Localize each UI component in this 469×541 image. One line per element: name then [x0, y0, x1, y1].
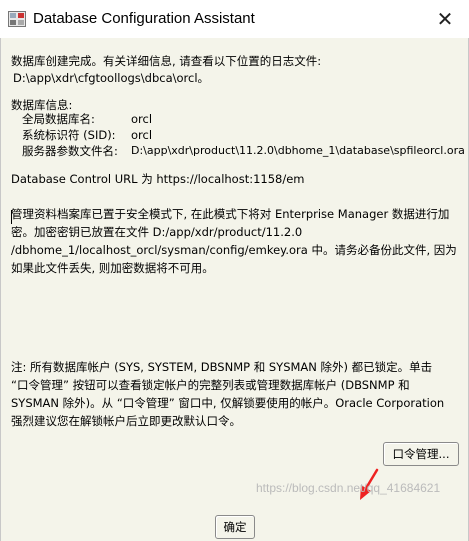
note-text-1: 注: 所有数据库帐户 (SYS, SYSTEM, DBSNMP 和 SYSMAN…: [11, 360, 433, 374]
mgmt-repo-text-4: 如果此文件丢失, 则加密数据将不可用。: [11, 261, 214, 275]
database-app-icon: [8, 11, 26, 27]
password-management-button[interactable]: 口令管理...: [383, 442, 459, 466]
dialog-content: 数据库创建完成。有关详细信息, 请查看以下位置的日志文件: D:\app\xdr…: [0, 38, 469, 541]
mgmt-repo-text-3: /dbhome_1/localhost_orcl/sysman/config/e…: [11, 243, 457, 257]
control-url: Database Control URL 为 https://localhost…: [11, 172, 305, 186]
watermark-text: https://blog.csdn.net/qq_41684621: [256, 481, 441, 495]
ok-button[interactable]: 确定: [215, 515, 255, 539]
title-bar: Database Configuration Assistant ✕: [0, 0, 469, 38]
intro-text: 数据库创建完成。有关详细信息, 请查看以下位置的日志文件:: [11, 54, 322, 68]
spfile-value: D:\app\xdr\product\11.2.0\dbhome_1\datab…: [131, 144, 465, 157]
spfile-label: 服务器参数文件名:: [22, 144, 118, 158]
window-title: Database Configuration Assistant: [33, 10, 255, 27]
mgmt-repo-text-2: 密。加密密钥已放置在文件 D:/app/xdr/product/11.2.0: [11, 225, 303, 239]
log-path: D:\app\xdr\cfgtoollogs\dbca\orcl。: [13, 71, 210, 85]
note-text-3: SYSMAN 除外)。从 “口令管理” 窗口中, 仅解锁要使用的帐户。Oracl…: [11, 396, 445, 410]
note-text-2: “口令管理” 按钮可以查看锁定帐户的完整列表或管理数据库帐户 (DBSNMP 和: [11, 378, 410, 392]
note-text-4: 强烈建议您在解锁帐户后立即更改默认口令。: [11, 414, 241, 428]
close-icon[interactable]: ✕: [425, 2, 465, 36]
mgmt-repo-text-1: 管理资料档案库已置于安全模式下, 在此模式下将对 Enterprise Mana…: [11, 207, 450, 221]
